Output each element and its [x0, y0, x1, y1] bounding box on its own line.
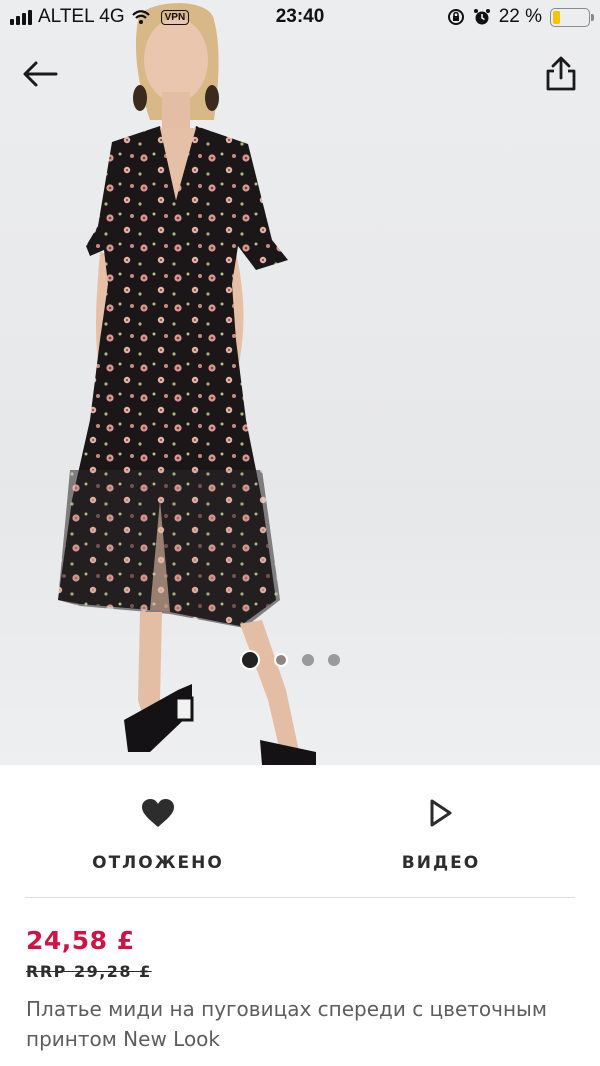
arrow-left-icon [23, 61, 58, 87]
product-image-gallery[interactable]: ALTEL 4G VPN 23:40 22 % [0, 0, 600, 765]
pager-dot[interactable] [274, 653, 288, 667]
product-rrp: RRP 29,28 £ [26, 962, 152, 981]
share-button[interactable] [544, 56, 578, 92]
saved-button[interactable]: ОТЛОЖЕНО [8, 793, 308, 873]
share-icon [546, 56, 576, 91]
heart-icon [142, 799, 174, 827]
alarm-icon [473, 9, 490, 25]
image-pager[interactable] [240, 650, 340, 670]
video-label: ВИДЕО [401, 853, 481, 873]
battery-icon [550, 7, 594, 27]
dress-photo [58, 3, 316, 765]
pager-dot[interactable] [302, 654, 314, 666]
play-icon [430, 799, 452, 827]
video-button[interactable]: ВИДЕО [291, 793, 591, 873]
saved-label: ОТЛОЖЕНО [92, 853, 224, 873]
product-actions: ОТЛОЖЕНО ВИДЕО [0, 765, 600, 897]
divider [25, 897, 575, 898]
product-price: 24,58 £ [26, 926, 135, 955]
battery-percent: 22 % [498, 6, 542, 27]
product-title: Платье миди на пуговицах спереди с цвето… [26, 997, 547, 1051]
status-bar: ALTEL 4G VPN 23:40 22 % [0, 0, 600, 34]
rotation-lock-icon [447, 9, 464, 25]
back-button[interactable] [20, 58, 60, 90]
pager-dot[interactable] [328, 654, 340, 666]
pager-dot[interactable] [240, 650, 260, 670]
battery-level [553, 10, 561, 24]
